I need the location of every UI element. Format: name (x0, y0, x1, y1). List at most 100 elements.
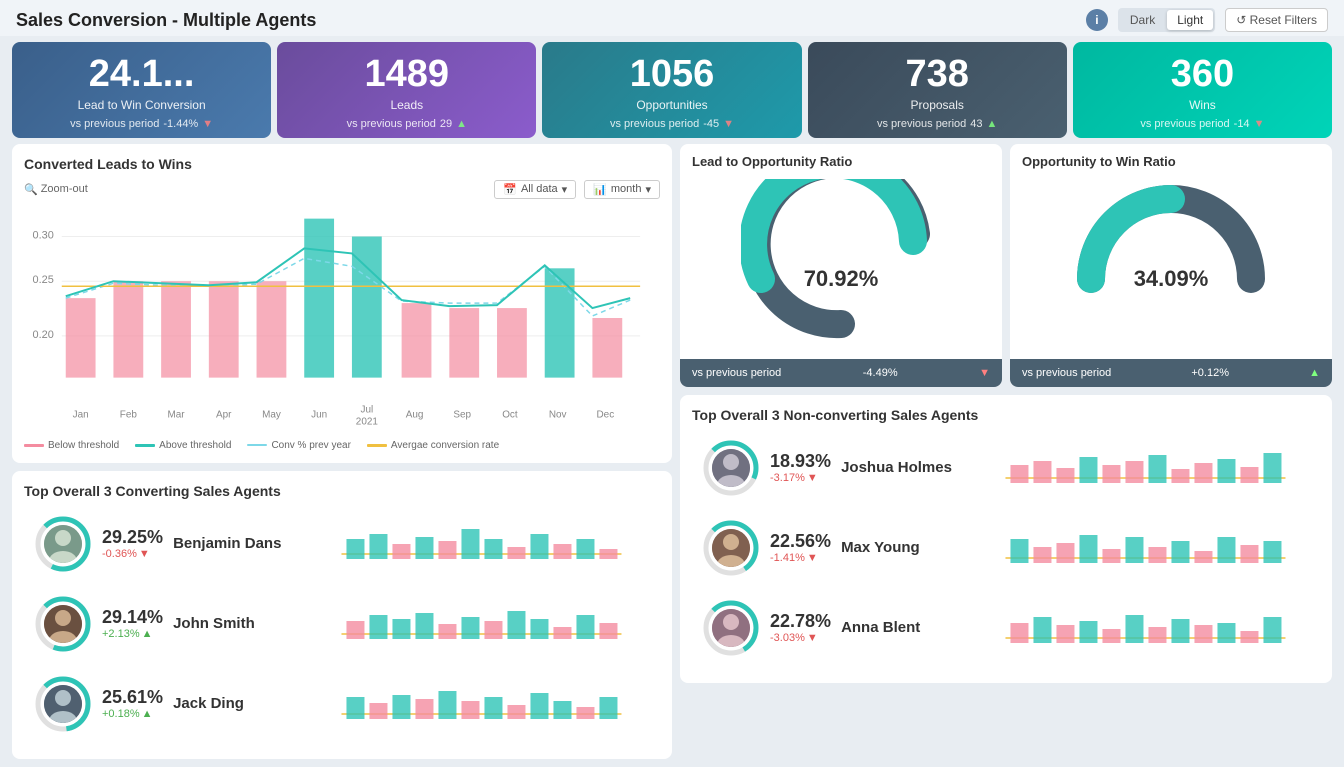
kpi-conversion: 24.1... Lead to Win Conversion vs previo… (12, 42, 271, 138)
down-arrow-anna: ▼ (807, 632, 818, 644)
agent-pct-max: 22.56% (770, 531, 831, 552)
month-button[interactable]: 📊 month ▾ (584, 180, 660, 199)
donut-row: Lead to Opportunity Ratio 70.92% vs prev… (680, 144, 1332, 387)
zoom-out-button[interactable]: 🔍 Zoom-out (24, 183, 88, 196)
mini-chart-max (981, 523, 1310, 573)
kpi-opp-value: 1056 (630, 54, 715, 96)
chart-controls: 📅 All data ▾ 📊 month ▾ (494, 180, 660, 199)
lead-opp-title: Lead to Opportunity Ratio (680, 144, 1002, 169)
prev-year-line (247, 444, 267, 446)
kpi-wins-value: 360 (1171, 54, 1234, 96)
kpi-conversion-vs: vs previous period -1.44% ▼ (70, 118, 213, 130)
person-silhouette-max (712, 529, 750, 567)
lead-opp-panel: Lead to Opportunity Ratio 70.92% vs prev… (680, 144, 1002, 387)
converted-leads-title: Converted Leads to Wins (24, 156, 660, 172)
svg-text:Mar: Mar (167, 409, 185, 420)
bar-chart-icon: 📊 (593, 183, 607, 196)
agent-stats-john: 29.14% +2.13% ▲ (102, 607, 163, 640)
all-data-button[interactable]: 📅 All data ▾ (494, 180, 576, 199)
avatar-img-jack (44, 685, 82, 723)
agent-stats-benjamin: 29.25% -0.36% ▼ (102, 527, 163, 560)
svg-text:70.92%: 70.92% (804, 266, 879, 291)
kpi-leads: 1489 Leads vs previous period 29 ▲ (277, 42, 536, 138)
kpi-opp-vs: vs previous period -45 ▼ (610, 118, 734, 130)
kpi-wins-vs: vs previous period -14 ▼ (1140, 118, 1264, 130)
converted-leads-panel: Converted Leads to Wins 🔍 Zoom-out 📅 All… (12, 144, 672, 463)
agent-avatar-max (702, 519, 760, 577)
agent-card-anna: 22.78% -3.03% ▼ Anna Blent (692, 591, 1320, 665)
mini-chart-joshua (981, 443, 1310, 493)
up-arrow-donut2: ▲ (1309, 367, 1320, 379)
agent-name-max: Max Young (841, 539, 971, 556)
agent-stats-joshua: 18.93% -3.17% ▼ (770, 451, 831, 484)
calendar-icon: 📅 (503, 183, 517, 196)
svg-text:Sep: Sep (453, 409, 471, 420)
info-button[interactable]: i (1086, 9, 1108, 31)
person-silhouette-joshua (712, 449, 750, 487)
mini-chart-jack (313, 679, 650, 729)
light-mode-button[interactable]: Light (1167, 10, 1213, 30)
avatar-img-anna (712, 609, 750, 647)
kpi-proposals-value: 738 (906, 54, 969, 96)
opp-win-title: Opportunity to Win Ratio (1010, 144, 1332, 169)
main-content: Converted Leads to Wins 🔍 Zoom-out 📅 All… (0, 144, 1344, 767)
left-column: Converted Leads to Wins 🔍 Zoom-out 📅 All… (12, 144, 672, 759)
agent-pct-john: 29.14% (102, 607, 163, 628)
nonconverting-agents-panel: Top Overall 3 Non-converting Sales Agent… (680, 395, 1332, 683)
avatar-img-joshua (712, 449, 750, 487)
agent-card-benjamin: 29.25% -0.36% ▼ Benjamin Dans (24, 507, 660, 581)
converting-agents-panel: Top Overall 3 Converting Sales Agents (12, 471, 672, 759)
header-controls: i Dark Light ↺ Reset Filters (1086, 8, 1328, 32)
person-silhouette-jack (44, 685, 82, 723)
lead-opp-body: 70.92% (680, 169, 1002, 359)
agent-name-benjamin: Benjamin Dans (173, 535, 303, 552)
agent-card-max: 22.56% -1.41% ▼ Max Young (692, 511, 1320, 585)
reset-filters-button[interactable]: ↺ Reset Filters (1225, 8, 1328, 32)
down-arrow-icon-3: ▼ (1254, 118, 1265, 130)
lead-opp-footer: vs previous period -4.49% ▼ (680, 359, 1002, 387)
above-threshold-line (135, 444, 155, 447)
avatar-img-max (712, 529, 750, 567)
svg-text:Nov: Nov (549, 409, 567, 420)
lead-opp-donut: 70.92% (741, 179, 941, 349)
svg-text:34.09%: 34.09% (1134, 266, 1209, 291)
mini-chart-benjamin (313, 519, 650, 569)
agent-avatar-anna (702, 599, 760, 657)
agents-row: Top Overall 3 Converting Sales Agents (12, 471, 672, 759)
kpi-opportunities: 1056 Opportunities vs previous period -4… (542, 42, 801, 138)
svg-text:Jun: Jun (311, 409, 327, 420)
opp-win-footer: vs previous period +0.12% ▲ (1010, 359, 1332, 387)
page-title: Sales Conversion - Multiple Agents (16, 10, 316, 31)
opp-win-donut: 34.09% (1071, 179, 1271, 349)
agent-change-joshua: -3.17% ▼ (770, 472, 831, 484)
agent-pct-joshua: 18.93% (770, 451, 831, 472)
agent-name-joshua: Joshua Holmes (841, 459, 971, 476)
svg-text:0.20: 0.20 (33, 329, 54, 341)
svg-text:Dec: Dec (597, 409, 615, 420)
svg-text:Jan: Jan (73, 409, 89, 420)
agent-card-john: 29.14% +2.13% ▲ John Smith (24, 587, 660, 661)
header: Sales Conversion - Multiple Agents i Dar… (0, 0, 1344, 36)
agent-name-jack: Jack Ding (173, 695, 303, 712)
svg-text:Oct: Oct (502, 409, 518, 420)
legend-above: Above threshold (135, 440, 231, 451)
zoom-icon: 🔍 (24, 183, 38, 196)
svg-text:0.30: 0.30 (33, 229, 54, 241)
up-arrow-icon-2: ▲ (987, 118, 998, 130)
agent-avatar-benjamin (34, 515, 92, 573)
svg-text:Aug: Aug (406, 409, 424, 420)
kpi-proposals-vs: vs previous period 43 ▲ (877, 118, 997, 130)
avatar-img-john (44, 605, 82, 643)
converting-agents-title: Top Overall 3 Converting Sales Agents (24, 483, 660, 499)
kpi-leads-value: 1489 (365, 54, 450, 96)
agent-card-jack: 25.61% +0.18% ▲ Jack Ding (24, 667, 660, 741)
person-silhouette-anna (712, 609, 750, 647)
opp-win-body: 34.09% (1010, 169, 1332, 359)
agent-name-john: John Smith (173, 615, 303, 632)
svg-text:Feb: Feb (120, 409, 138, 420)
down-arrow-joshua: ▼ (807, 472, 818, 484)
dark-mode-button[interactable]: Dark (1120, 10, 1165, 30)
agent-pct-jack: 25.61% (102, 687, 163, 708)
right-column: Lead to Opportunity Ratio 70.92% vs prev… (680, 144, 1332, 759)
legend-prev-year: Conv % prev year (247, 440, 350, 451)
